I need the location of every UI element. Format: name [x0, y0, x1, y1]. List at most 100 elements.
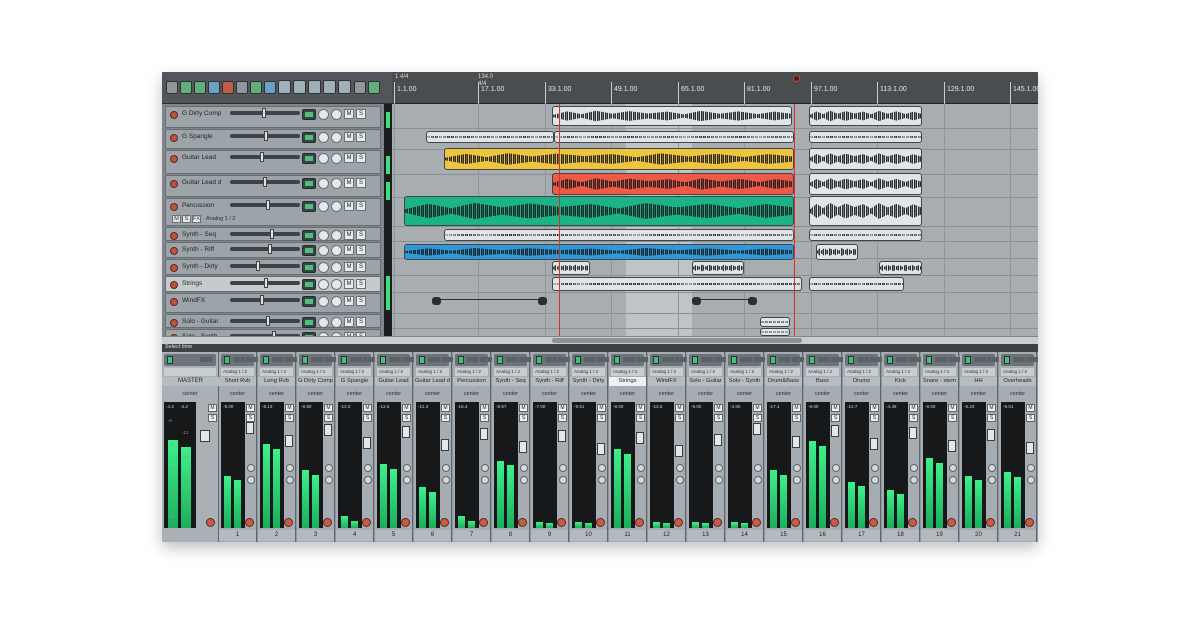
track-header[interactable]: Synth - Dirty M S — [165, 259, 381, 275]
trim-knob[interactable] — [442, 476, 450, 484]
trim-knob[interactable] — [403, 476, 411, 484]
fx-row[interactable] — [338, 354, 375, 366]
mute-button[interactable]: M — [831, 404, 840, 412]
media-item[interactable] — [809, 173, 922, 195]
grid-icon[interactable] — [264, 81, 276, 94]
width-knob[interactable] — [754, 464, 762, 472]
mute-button[interactable]: M — [441, 404, 450, 412]
record-arm-icon[interactable] — [170, 281, 178, 289]
width-knob[interactable] — [637, 464, 645, 472]
width-knob[interactable] — [331, 279, 342, 290]
width-knob[interactable] — [793, 464, 801, 472]
media-item[interactable] — [404, 196, 794, 226]
fx-enable-icon[interactable] — [1004, 356, 1010, 364]
mute-button[interactable]: M — [344, 178, 354, 188]
track-name[interactable]: Percussion — [182, 202, 214, 209]
master-pan[interactable]: center — [164, 388, 216, 401]
solo-button[interactable]: S — [558, 414, 567, 422]
fx-slot[interactable] — [1013, 357, 1025, 362]
fx-row[interactable] — [845, 354, 882, 366]
fx-slot[interactable] — [818, 357, 830, 362]
record-arm-icon[interactable] — [830, 518, 839, 527]
mute-button[interactable]: M — [344, 279, 354, 289]
track-volume-slider[interactable] — [230, 177, 300, 187]
volume-fader[interactable] — [636, 432, 644, 444]
media-item[interactable] — [809, 196, 922, 226]
track-name[interactable]: Synth - Seq — [182, 231, 216, 238]
io-button[interactable] — [302, 230, 316, 241]
fx-row[interactable] — [416, 354, 453, 366]
master-insert[interactable] — [164, 368, 216, 376]
input-select[interactable]: Analog 1 / 2 — [533, 368, 566, 376]
fx-slot[interactable] — [545, 357, 557, 362]
slider-handle[interactable] — [264, 278, 268, 288]
solo-button[interactable]: S — [909, 414, 918, 422]
pan-value[interactable]: center — [494, 388, 527, 401]
fx-row[interactable] — [767, 354, 804, 366]
fx-slot[interactable] — [350, 357, 362, 362]
solo-button[interactable]: S — [246, 414, 255, 422]
solo-button[interactable]: S — [356, 201, 366, 211]
route-button[interactable] — [519, 357, 531, 362]
route-button[interactable] — [753, 357, 765, 362]
pan-value[interactable]: center — [845, 388, 878, 401]
media-item[interactable] — [760, 328, 790, 336]
width-knob[interactable] — [331, 109, 342, 120]
track-lane[interactable] — [392, 314, 1038, 329]
slider-handle[interactable] — [262, 108, 266, 118]
volume-fader[interactable] — [909, 427, 917, 439]
crossfade-icon[interactable] — [338, 80, 351, 94]
fx-slot[interactable] — [779, 357, 791, 362]
record-arm-icon[interactable] — [170, 134, 178, 142]
track-name[interactable]: Synth - Riff — [531, 377, 568, 386]
fx-row[interactable] — [494, 354, 531, 366]
trim-knob[interactable] — [481, 476, 489, 484]
record-arm-icon[interactable] — [713, 518, 722, 527]
width-knob[interactable] — [520, 464, 528, 472]
mute-button[interactable]: M — [948, 404, 957, 412]
open-project-icon[interactable] — [180, 81, 192, 94]
mute-button[interactable]: M — [344, 296, 354, 306]
mute-button[interactable]: M — [285, 404, 294, 412]
fx-mini-button[interactable]: FX — [192, 215, 201, 223]
solo-button[interactable]: S — [324, 414, 333, 422]
io-button[interactable] — [302, 262, 316, 273]
ripple-edit-icon[interactable] — [293, 80, 306, 94]
track-header[interactable]: Solo - Guitar M S — [165, 314, 381, 328]
record-arm-icon[interactable] — [596, 518, 605, 527]
mute-button[interactable]: M — [363, 404, 372, 412]
width-knob[interactable] — [325, 464, 333, 472]
width-knob[interactable] — [871, 464, 879, 472]
record-arm-icon[interactable] — [440, 518, 449, 527]
pan-value[interactable]: center — [377, 388, 410, 401]
fx-enable-icon[interactable] — [224, 356, 230, 364]
volume-fader[interactable] — [519, 441, 527, 453]
pan-value[interactable]: center — [416, 388, 449, 401]
slider-handle[interactable] — [263, 177, 267, 187]
media-item[interactable] — [816, 244, 858, 260]
record-arm-icon[interactable] — [170, 264, 178, 272]
timeline-ruler[interactable]: 1 4/4 134.0 4/4 1.1.00 17.1.00 33.1.00 49.1… — [392, 72, 1038, 104]
solo-button[interactable]: S — [356, 178, 366, 188]
width-knob[interactable] — [910, 464, 918, 472]
mute-button[interactable]: M — [909, 404, 918, 412]
track-name[interactable]: Solo - Guitar — [687, 377, 724, 386]
pan-knob[interactable] — [318, 201, 329, 212]
solo-button[interactable]: S — [356, 132, 366, 142]
fx-row[interactable] — [923, 354, 960, 366]
mute-button[interactable]: M — [1026, 404, 1035, 412]
route-button[interactable] — [636, 357, 648, 362]
io-button[interactable] — [302, 201, 316, 212]
record-arm-icon[interactable] — [170, 319, 178, 327]
mute-button[interactable]: M — [714, 404, 723, 412]
mute-button[interactable]: M — [480, 404, 489, 412]
width-knob[interactable] — [331, 230, 342, 241]
pan-knob[interactable] — [318, 279, 329, 290]
fx-slot[interactable] — [272, 357, 284, 362]
fx-row[interactable] — [611, 354, 648, 366]
track-header[interactable]: Synth - Riff M S — [165, 242, 381, 258]
pan-knob[interactable] — [318, 132, 329, 143]
record-arm-icon[interactable] — [170, 155, 178, 163]
pan-value[interactable]: center — [455, 388, 488, 401]
time-signature-marker[interactable]: 1 4/4 — [395, 74, 408, 80]
